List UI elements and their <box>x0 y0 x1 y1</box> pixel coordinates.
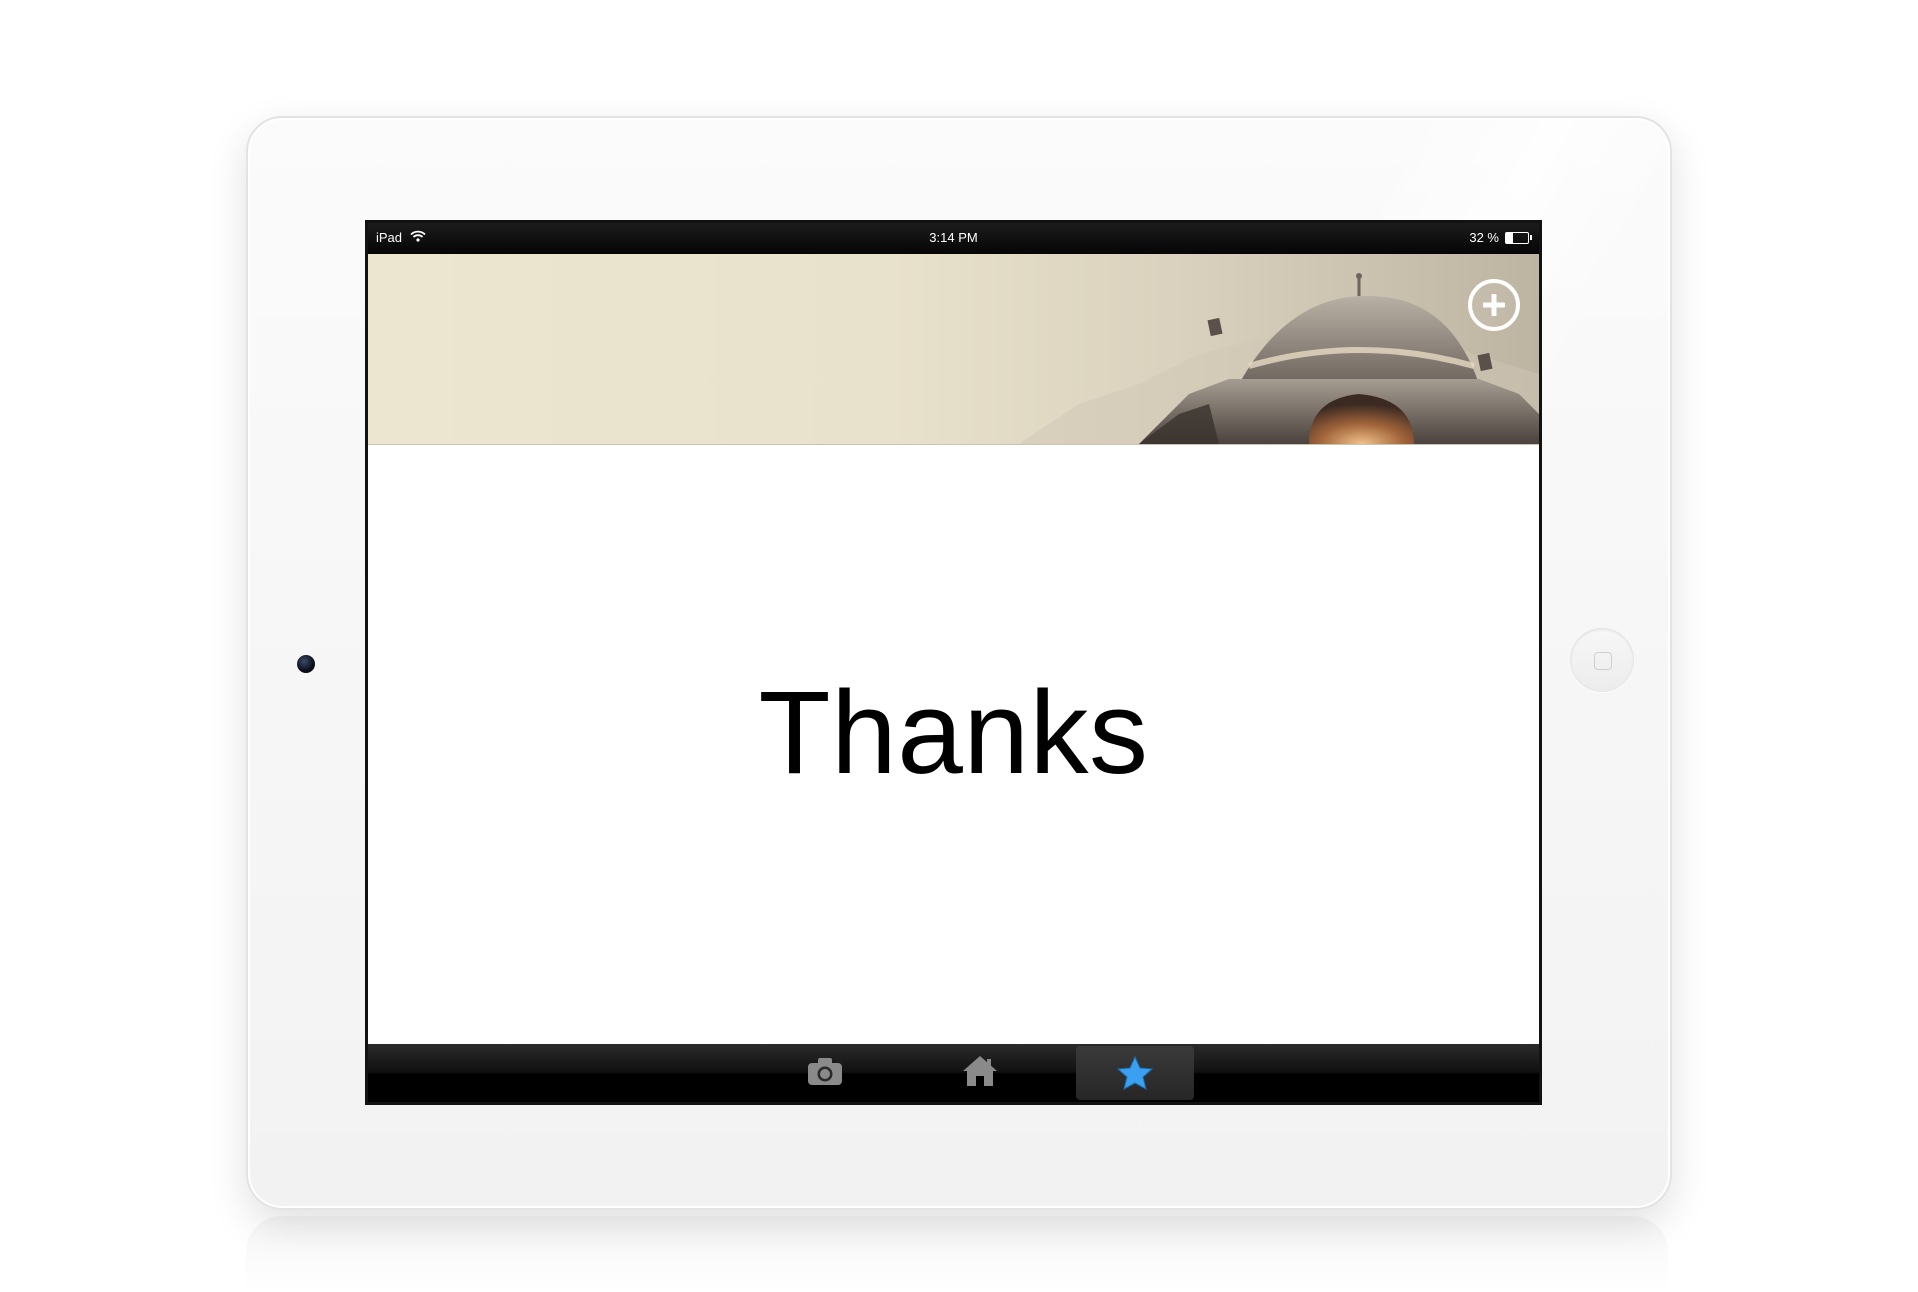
camera-icon <box>808 1058 842 1085</box>
add-button[interactable] <box>1468 279 1520 331</box>
header-banner <box>368 254 1539 445</box>
main-content: Thanks <box>368 445 1539 1041</box>
plus-circle-icon <box>1483 294 1505 316</box>
home-icon <box>963 1056 997 1086</box>
battery-icon <box>1505 231 1532 244</box>
device-reflection <box>246 1216 1668 1292</box>
mosque-banner-image <box>1019 273 1539 444</box>
status-time: 3:14 PM <box>929 230 978 245</box>
device-screen: iPad 3:14 PM 32 % Thanks <box>365 220 1542 1105</box>
tab-favorites[interactable] <box>1076 1046 1194 1100</box>
tab-home[interactable] <box>921 1044 1039 1098</box>
status-bar: iPad 3:14 PM 32 % <box>368 223 1539 254</box>
home-button-square-icon <box>1594 652 1612 670</box>
tab-bar <box>368 1044 1539 1102</box>
thanks-message: Thanks <box>758 667 1149 799</box>
status-right: 32 % <box>1469 230 1532 245</box>
star-icon <box>1116 1055 1154 1090</box>
battery-level-fill <box>1506 232 1514 243</box>
home-hardware-button[interactable] <box>1570 628 1634 692</box>
front-camera <box>297 655 315 673</box>
battery-percent: 32 % <box>1469 230 1499 245</box>
tab-camera[interactable] <box>766 1044 884 1098</box>
